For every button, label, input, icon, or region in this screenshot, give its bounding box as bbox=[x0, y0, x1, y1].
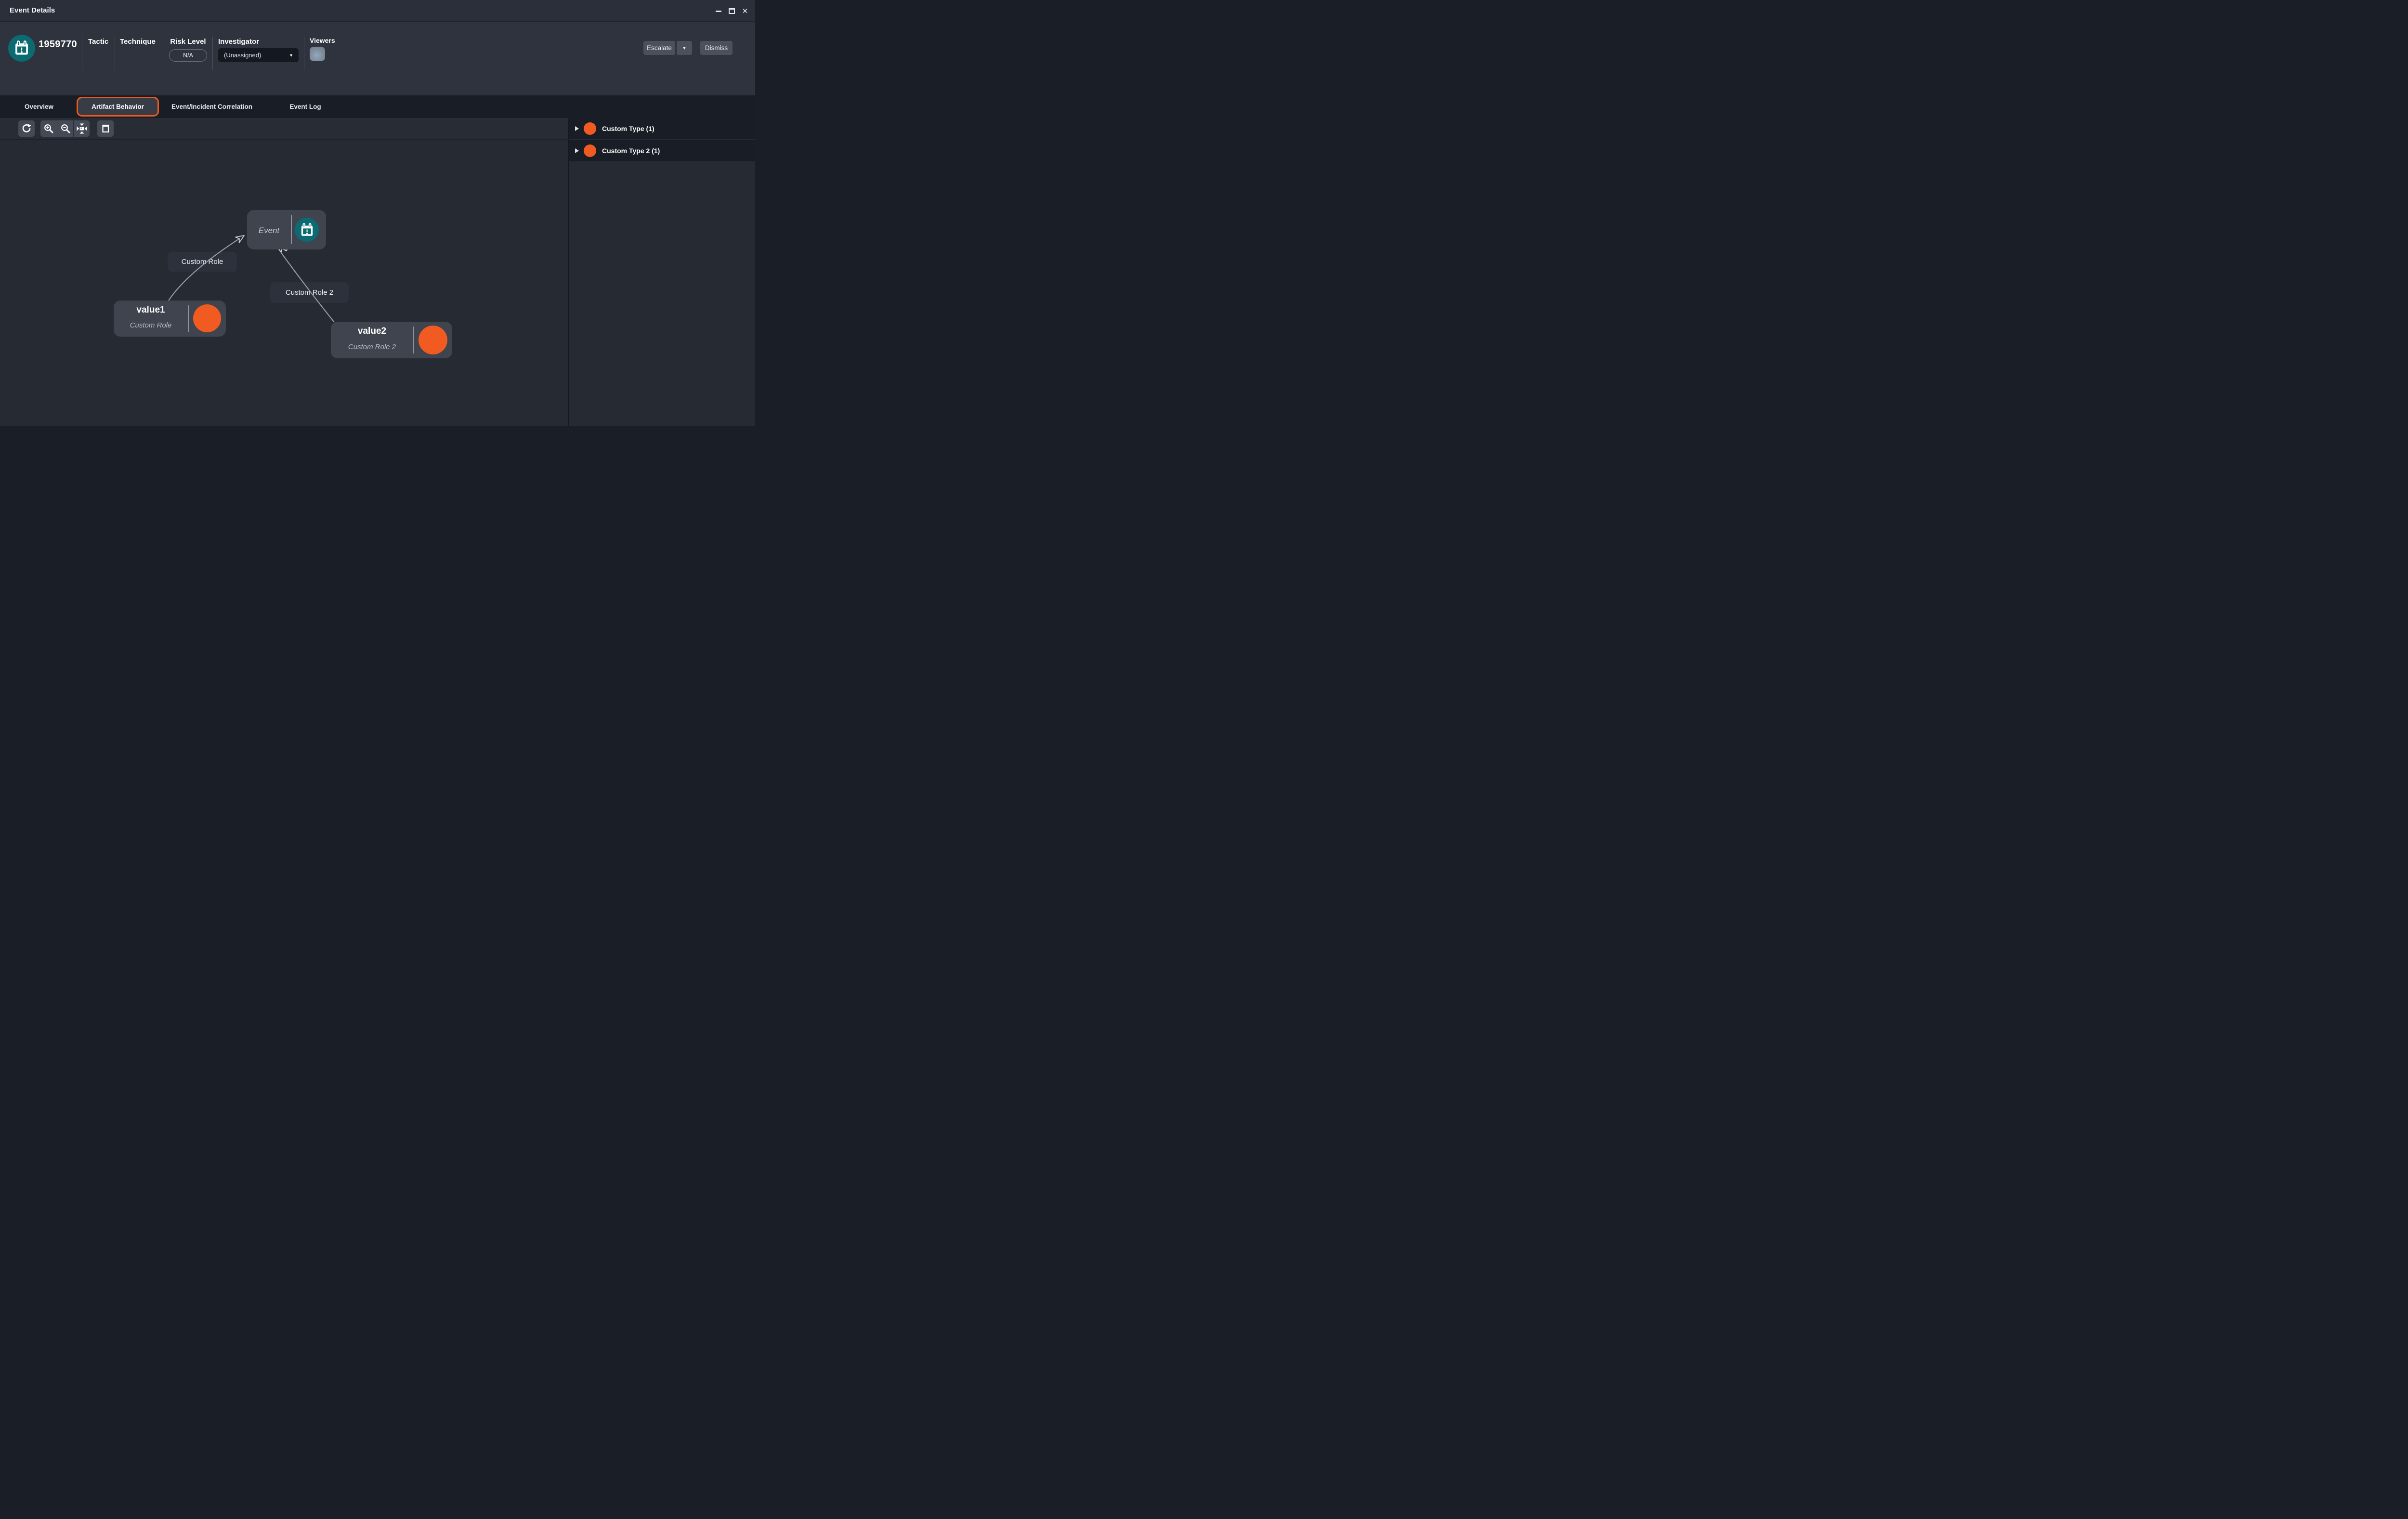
minimize-button[interactable] bbox=[713, 6, 724, 16]
maximize-icon bbox=[729, 8, 735, 14]
content-area: Custom Role Custom Role 2 Event bbox=[0, 118, 755, 426]
sidebar-group-label: Custom Type (1) bbox=[602, 125, 654, 132]
expander-caret-icon[interactable] bbox=[575, 126, 579, 131]
custom-type-icon bbox=[193, 304, 221, 332]
custom-type-2-icon bbox=[419, 326, 447, 354]
graph-canvas[interactable]: Custom Role Custom Role 2 Event bbox=[0, 141, 568, 426]
node-divider bbox=[188, 305, 189, 332]
event-header: 1959770 Tactic Technique Risk Level N/A … bbox=[0, 22, 755, 95]
node-divider bbox=[413, 327, 414, 354]
refresh-icon bbox=[21, 123, 32, 134]
calendar-alert-icon bbox=[14, 40, 29, 56]
investigator-label: Investigator bbox=[218, 38, 259, 46]
graph-toolbar bbox=[0, 118, 568, 140]
tab-overview[interactable]: Overview bbox=[14, 95, 64, 118]
node-value2-role: Custom Role 2 bbox=[331, 343, 413, 351]
custom-type-2-icon bbox=[584, 144, 596, 157]
event-calendar-icon bbox=[295, 218, 319, 242]
node-event[interactable]: Event bbox=[247, 210, 326, 249]
node-value1-title: value1 bbox=[114, 305, 188, 315]
maximize-button[interactable] bbox=[726, 6, 737, 16]
zoom-to-fit-icon bbox=[77, 123, 87, 134]
sidebar-group-custom-type-2[interactable]: Custom Type 2 (1) bbox=[569, 140, 755, 162]
escalate-menu-button[interactable]: ▼ bbox=[677, 41, 692, 55]
node-value1-role: Custom Role bbox=[114, 321, 188, 329]
fit-window-button[interactable] bbox=[97, 120, 114, 137]
graph-pane: Custom Role Custom Role 2 Event bbox=[0, 118, 568, 426]
tactic-label: Tactic bbox=[88, 38, 108, 46]
node-value1[interactable]: value1 Custom Role bbox=[114, 301, 226, 337]
window-panel-icon bbox=[100, 123, 111, 134]
dismiss-button[interactable]: Dismiss bbox=[700, 41, 733, 55]
refresh-layout-button[interactable] bbox=[18, 120, 35, 137]
expander-caret-icon[interactable] bbox=[575, 148, 579, 153]
sidebar-group-custom-type[interactable]: Custom Type (1) bbox=[569, 118, 755, 140]
edge-label-custom-role-2[interactable]: Custom Role 2 bbox=[270, 282, 349, 303]
escalate-button[interactable]: Escalate bbox=[643, 41, 675, 55]
custom-type-icon bbox=[584, 122, 596, 135]
minimize-icon bbox=[716, 11, 721, 12]
chevron-down-icon: ▼ bbox=[289, 53, 293, 58]
tab-event-incident-correlation[interactable]: Event/Incident Correlation bbox=[166, 95, 258, 118]
node-value2-title: value2 bbox=[331, 326, 413, 337]
detail-tabs: Overview Artifact Behavior Event/Inciden… bbox=[0, 95, 755, 118]
edge-label-custom-role[interactable]: Custom Role bbox=[168, 252, 237, 272]
risk-level-badge: N/A bbox=[169, 49, 207, 62]
tab-artifact-behavior[interactable]: Artifact Behavior bbox=[77, 97, 159, 117]
zoom-out-icon bbox=[60, 123, 71, 134]
close-button[interactable]: ✕ bbox=[740, 6, 750, 16]
investigator-select[interactable]: (Unassigned) ▼ bbox=[218, 48, 299, 62]
titlebar: Event Details ✕ bbox=[0, 0, 755, 22]
edge-arrowhead-icon bbox=[236, 233, 246, 243]
node-divider bbox=[291, 215, 292, 244]
event-id: 1959770 bbox=[39, 39, 77, 50]
zoom-in-button[interactable] bbox=[40, 120, 57, 137]
header-divider bbox=[212, 37, 213, 70]
artifact-type-sidebar: Custom Type (1) Custom Type 2 (1) bbox=[568, 118, 755, 426]
close-icon: ✕ bbox=[742, 8, 748, 15]
node-value2[interactable]: value2 Custom Role 2 bbox=[331, 322, 452, 358]
event-type-badge bbox=[8, 35, 35, 62]
sidebar-empty-area bbox=[569, 162, 755, 426]
risk-level-label: Risk Level bbox=[169, 38, 207, 46]
zoom-out-button[interactable] bbox=[57, 120, 73, 137]
investigator-value: (Unassigned) bbox=[224, 52, 261, 59]
technique-label: Technique bbox=[120, 38, 156, 46]
tab-artifact-behavior-label: Artifact Behavior bbox=[92, 103, 144, 110]
viewer-avatar[interactable] bbox=[310, 47, 325, 61]
sidebar-group-label: Custom Type 2 (1) bbox=[602, 147, 660, 155]
event-details-window: Event Details ✕ 1959770 Tactic Techniq bbox=[0, 0, 755, 426]
zoom-in-icon bbox=[43, 123, 54, 134]
zoom-to-fit-button[interactable] bbox=[73, 120, 90, 137]
tab-event-log[interactable]: Event Log bbox=[284, 95, 327, 118]
window-title: Event Details bbox=[10, 6, 55, 14]
viewers-label: Viewers bbox=[310, 37, 335, 44]
node-event-label: Event bbox=[247, 226, 291, 236]
chevron-down-icon: ▼ bbox=[682, 46, 687, 51]
